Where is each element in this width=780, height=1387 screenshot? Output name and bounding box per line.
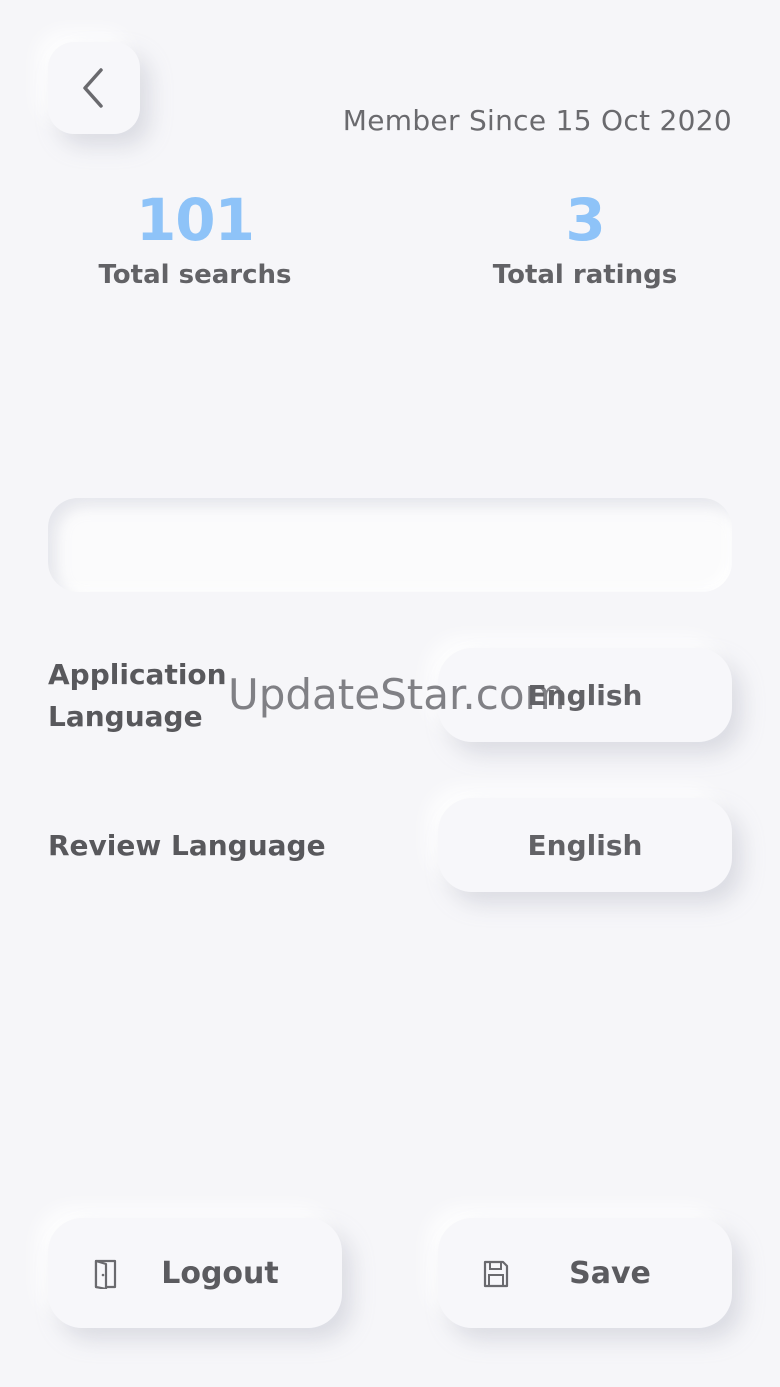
save-label: Save — [569, 1255, 651, 1291]
logout-label: Logout — [161, 1255, 279, 1291]
application-language-button[interactable]: English — [438, 648, 732, 742]
review-language-label: Review Language — [48, 829, 326, 862]
back-button[interactable] — [48, 42, 140, 134]
stat-total-searches: 101 Total searchs — [45, 188, 345, 290]
stat-total-ratings: 3 Total ratings — [435, 188, 735, 290]
save-button[interactable]: Save — [438, 1218, 732, 1328]
stat-value: 3 — [565, 186, 605, 254]
stat-label: Total ratings — [492, 260, 678, 290]
application-language-label: Application Language — [48, 658, 227, 733]
chevron-left-icon — [83, 68, 103, 108]
stat-value: 101 — [135, 186, 255, 254]
review-language-button[interactable]: English — [438, 798, 732, 892]
search-input[interactable] — [48, 498, 732, 592]
search-field-container — [48, 498, 732, 592]
member-since-text: Member Since 15 Oct 2020 — [342, 104, 732, 137]
logout-button[interactable]: Logout — [48, 1218, 342, 1328]
stat-label: Total searchs — [98, 260, 292, 290]
